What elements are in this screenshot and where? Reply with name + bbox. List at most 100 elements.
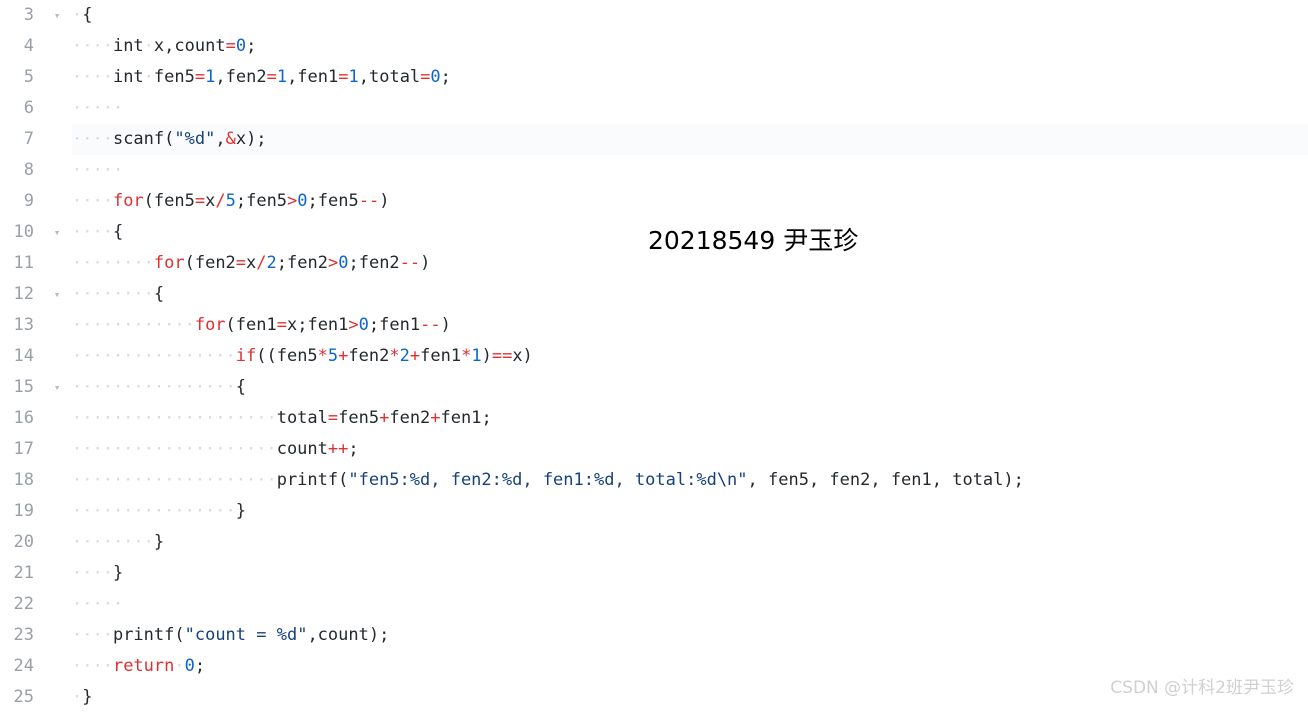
token-pln: x;fen1 — [286, 315, 349, 335]
token-op: * — [461, 346, 472, 366]
token-pln: ) — [420, 253, 431, 273]
token-pln: fen1; — [440, 408, 492, 428]
code-text[interactable]: ········} — [72, 527, 164, 558]
code-line[interactable]: 17▾····················count++; — [0, 434, 1308, 465]
token-op: > — [348, 315, 359, 335]
code-line[interactable]: 23▾····printf("count = %d",count); — [0, 620, 1308, 651]
code-text[interactable]: ········{ — [72, 279, 164, 310]
token-pln: x — [205, 191, 216, 211]
code-line[interactable]: 8▾····· — [0, 155, 1308, 186]
token-ws: ···· — [72, 563, 113, 583]
line-number: 7 — [23, 129, 34, 149]
token-op: = — [194, 191, 206, 211]
token-op: = — [194, 67, 206, 87]
code-line[interactable]: 16▾····················total=fen5+fen2+f… — [0, 403, 1308, 434]
token-ws: ···················· — [72, 470, 277, 490]
line-number: 21 — [13, 563, 34, 583]
code-line-list[interactable]: 3▾·{4▾····int·x,count=0;5▾····int·fen5=1… — [0, 0, 1308, 713]
code-line[interactable]: 19▾················} — [0, 496, 1308, 527]
token-ws: ················ — [72, 377, 236, 397]
code-text[interactable]: ····{ — [72, 217, 123, 248]
token-num: 2 — [399, 346, 410, 366]
token-pln: { — [153, 284, 165, 304]
token-pln: ; — [246, 36, 257, 56]
token-op: -- — [358, 191, 380, 211]
code-line[interactable]: 14▾················if((fen5*5+fen2*2+fen… — [0, 341, 1308, 372]
code-line[interactable]: 18▾····················printf("fen5:%d, … — [0, 465, 1308, 496]
code-text[interactable]: ············for(fen1=x;fen1>0;fen1--) — [72, 310, 451, 341]
fold-arrow-icon[interactable]: ▾ — [50, 372, 64, 403]
code-line[interactable]: 7▾····scanf("%d",&x); — [0, 124, 1308, 155]
token-ws: ····· — [72, 160, 124, 180]
token-pln: ,total — [358, 67, 421, 87]
code-text[interactable]: ····for(fen5=x/5;fen5>0;fen5--) — [72, 186, 389, 217]
code-text[interactable]: ····int·x,count=0; — [72, 31, 256, 62]
line-number: 15 — [13, 377, 34, 397]
token-ws: ···· — [72, 656, 113, 676]
code-text[interactable]: ····printf("count = %d",count); — [72, 620, 389, 651]
token-num: 0 — [184, 656, 195, 676]
code-text[interactable]: ····················total=fen5+fen2+fen1… — [72, 403, 492, 434]
line-number: 16 — [13, 408, 34, 428]
token-pln: { — [235, 377, 247, 397]
code-text[interactable]: ·{ — [72, 0, 93, 31]
token-pln: (fen2 — [184, 253, 236, 273]
token-pln: scanf( — [112, 129, 175, 149]
code-text[interactable]: ····· — [72, 155, 123, 186]
token-ws: ···· — [72, 625, 113, 645]
code-line[interactable]: 15 ▾ ················{ — [0, 372, 1308, 403]
code-text[interactable]: ····} — [72, 558, 123, 589]
token-num: 1 — [471, 346, 482, 366]
fold-arrow-icon[interactable]: ▾ — [50, 279, 64, 310]
code-text[interactable]: ·} — [72, 682, 93, 713]
code-line[interactable]: 20▾········} — [0, 527, 1308, 558]
code-text[interactable]: ····return·0; — [72, 651, 205, 682]
token-ws: · — [72, 687, 83, 707]
token-pln: fen2 — [389, 408, 431, 428]
token-pln: ;fen2 — [276, 253, 328, 273]
token-pln: fen5 — [338, 408, 380, 428]
line-number: 17 — [13, 439, 34, 459]
code-line[interactable]: 5▾····int·fen5=1,fen2=1,fen1=1,total=0; — [0, 62, 1308, 93]
code-text[interactable]: ····· — [72, 93, 123, 124]
token-kw: for — [194, 315, 226, 335]
code-text[interactable]: ····················count++; — [72, 434, 359, 465]
token-pln: , — [215, 129, 226, 149]
token-pln: x — [246, 253, 257, 273]
line-number: 11 — [13, 253, 34, 273]
code-line[interactable]: 12 ▾ ········{ — [0, 279, 1308, 310]
code-line[interactable]: 22▾····· — [0, 589, 1308, 620]
code-text[interactable]: ················if((fen5*5+fen2*2+fen1*1… — [72, 341, 533, 372]
code-text[interactable]: ················} — [72, 496, 246, 527]
code-line[interactable]: 3 ▾ ·{ — [0, 0, 1308, 31]
line-number: 14 — [13, 346, 34, 366]
code-text[interactable]: ····················printf("fen5:%d, fen… — [72, 465, 1024, 496]
line-number: 19 — [13, 501, 34, 521]
code-text[interactable]: ········for(fen2=x/2;fen2>0;fen2--) — [72, 248, 430, 279]
token-num: 1 — [348, 67, 359, 87]
token-ws: · — [143, 36, 154, 56]
token-pln: fen2 — [348, 346, 390, 366]
code-text[interactable]: ····scanf("%d",&x); — [72, 124, 267, 155]
code-text[interactable]: ····· — [72, 589, 123, 620]
token-ws: ········ — [72, 253, 154, 273]
code-line[interactable]: 21▾····} — [0, 558, 1308, 589]
code-line[interactable]: 13▾············for(fen1=x;fen1>0;fen1--) — [0, 310, 1308, 341]
token-kw: for — [153, 253, 185, 273]
code-editor[interactable]: 3▾·{4▾····int·x,count=0;5▾····int·fen5=1… — [0, 0, 1308, 707]
token-ws: ···················· — [72, 408, 277, 428]
token-ws: ···· — [72, 222, 113, 242]
token-pln: ; — [194, 656, 206, 676]
code-text[interactable]: ····int·fen5=1,fen2=1,fen1=1,total=0; — [72, 62, 451, 93]
code-line[interactable]: 9▾····for(fen5=x/5;fen5>0;fen5--) — [0, 186, 1308, 217]
fold-arrow-icon[interactable]: ▾ — [50, 0, 64, 31]
fold-arrow-icon[interactable]: ▾ — [50, 217, 64, 248]
token-str: "%d" — [174, 129, 216, 149]
code-text[interactable]: ················{ — [72, 372, 246, 403]
code-line[interactable]: 4▾····int·x,count=0; — [0, 31, 1308, 62]
line-number: 18 — [13, 470, 34, 490]
code-line[interactable]: 6▾····· — [0, 93, 1308, 124]
token-op: = — [338, 67, 349, 87]
token-kw: if — [235, 346, 257, 366]
token-op: = — [327, 408, 339, 428]
